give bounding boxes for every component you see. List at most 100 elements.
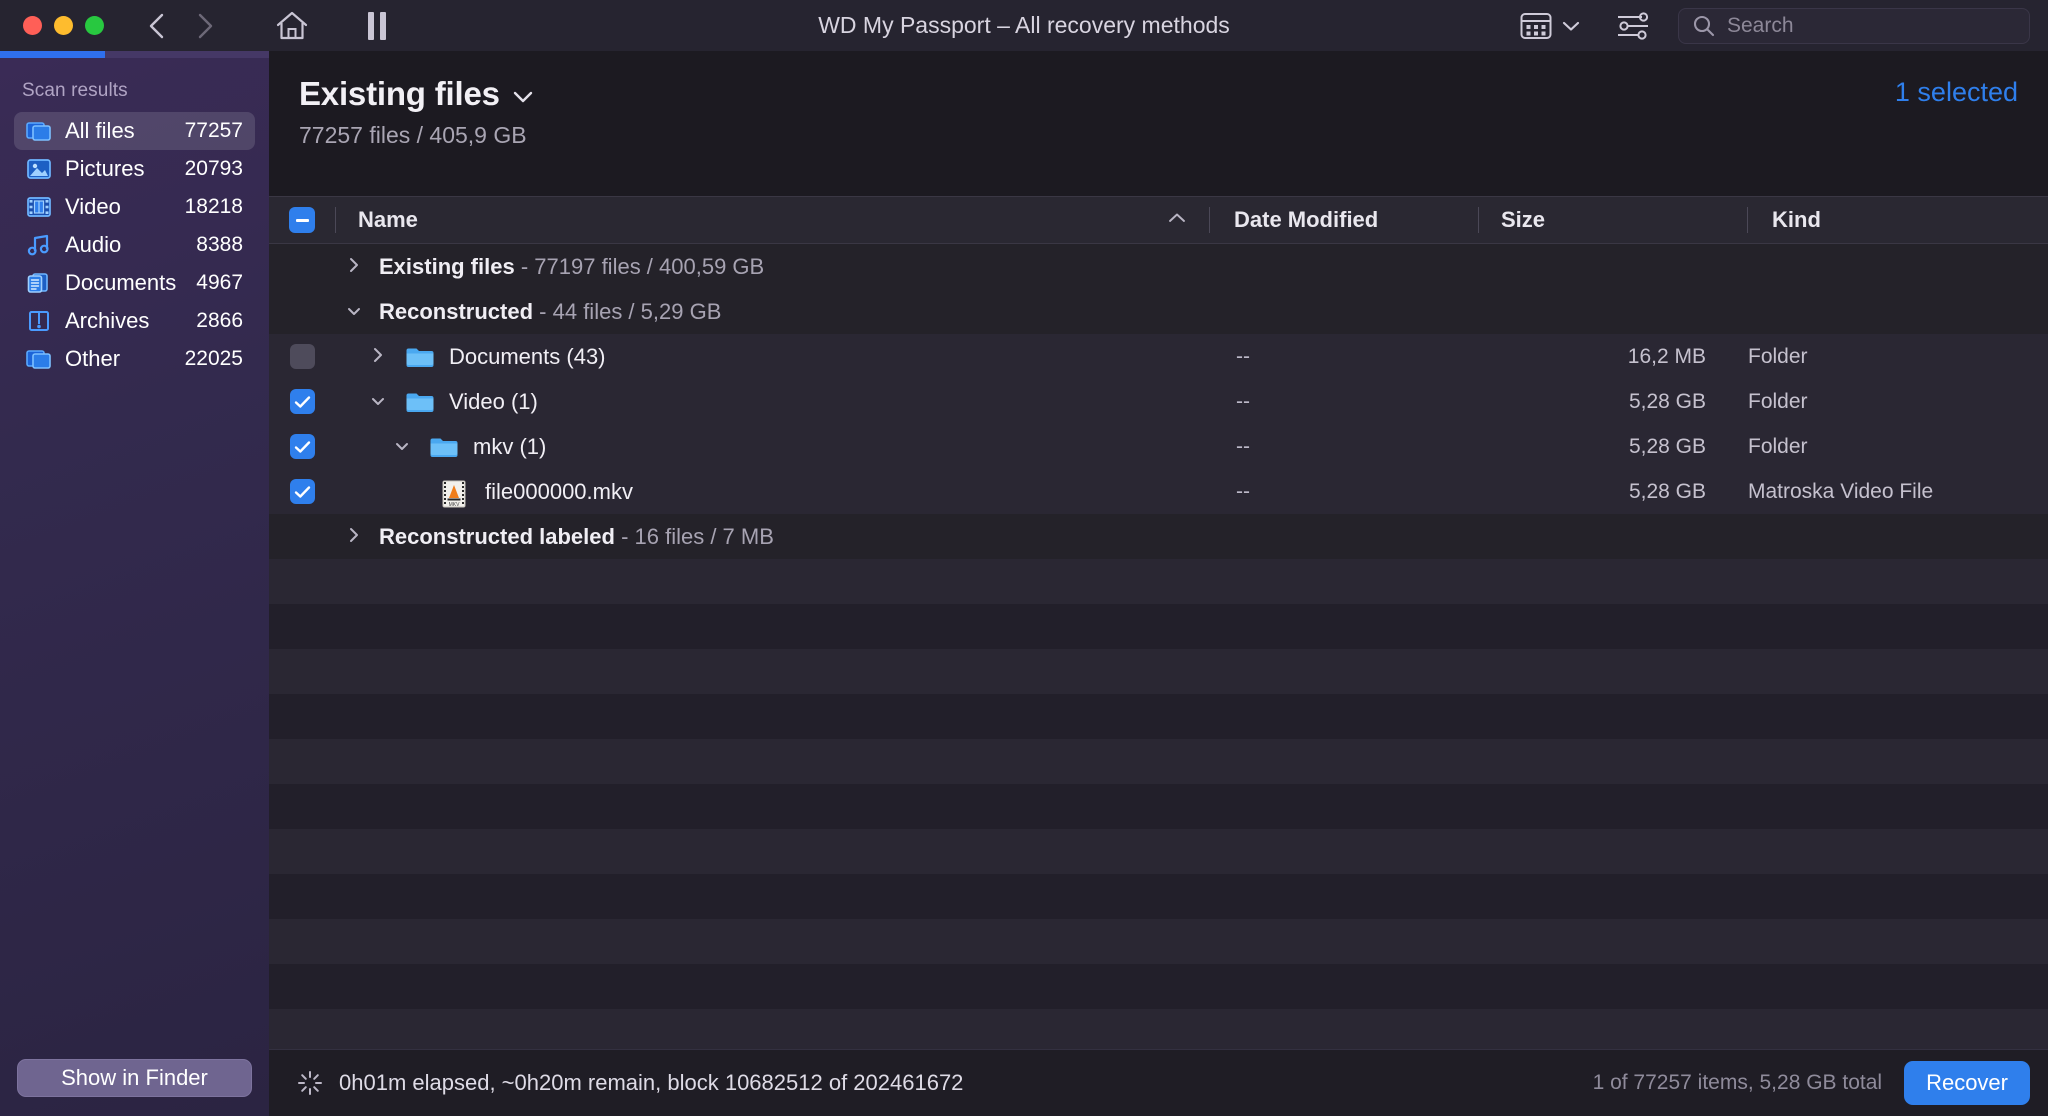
table-row[interactable]: Existing files - 77197 files / 400,59 GB [269, 244, 2048, 289]
recover-button[interactable]: Recover [1904, 1061, 2030, 1105]
scan-progress-fill [0, 51, 105, 58]
other-icon [26, 346, 52, 372]
home-button[interactable] [272, 6, 312, 46]
view-options-button[interactable] [1506, 12, 1594, 40]
pictures-icon [26, 156, 52, 182]
table-row[interactable]: Reconstructed labeled - 16 files / 7 MB [269, 514, 2048, 559]
show-in-finder-button[interactable]: Show in Finder [17, 1059, 252, 1097]
indeterminate-checkbox-icon [289, 207, 315, 233]
sidebar-item-count: 8388 [196, 233, 243, 256]
selection-count: 1 selected [1894, 77, 2018, 107]
app-body: Scan results All files 77257 Pictures 20… [0, 51, 2048, 1116]
chevron-down-icon [513, 91, 532, 103]
minimize-button[interactable] [54, 16, 73, 35]
sidebar-item-label: Audio [65, 232, 122, 257]
column-header-kind[interactable]: Kind [1748, 207, 2048, 233]
table-row[interactable]: Documents (43) -- 16,2 MB Folder [269, 334, 2048, 379]
row-date-cell: -- [1236, 344, 1250, 368]
column-header-label: Size [1501, 207, 1546, 232]
row-checkbox[interactable] [269, 479, 335, 504]
page-title: Existing files [299, 75, 500, 112]
row-size-cell: 16,2 MB [1627, 344, 1706, 368]
pause-button[interactable] [368, 11, 386, 40]
table-row[interactable]: mkv (1) -- 5,28 GB Folder [269, 424, 2048, 469]
row-name-cell: MKV file000000.mkv [335, 478, 1212, 508]
page-subtitle: 77257 files / 405,9 GB [299, 122, 527, 148]
sidebar-item-video[interactable]: Video 18218 [14, 188, 255, 226]
close-button[interactable] [23, 16, 42, 35]
main-panel: Existing files 77257 files / 405,9 GB 1 … [269, 51, 2048, 1116]
sidebar-item-count: 4967 [196, 271, 243, 294]
row-size-cell: 5,28 GB [1628, 479, 1706, 503]
folder-icon [429, 435, 459, 459]
disclosure-down-icon[interactable] [341, 302, 367, 322]
row-name-cell: Reconstructed labeled - 16 files / 7 MB [335, 524, 1212, 550]
row-size-cell: 5,28 GB [1628, 434, 1706, 458]
sort-ascending-icon [1167, 211, 1187, 229]
disclosure-right-icon[interactable] [341, 525, 367, 549]
row-name-cell: Documents (43) [335, 344, 1212, 370]
table-row[interactable]: MKV file000000.mkv -- 5,28 GB Matroska V… [269, 469, 2048, 514]
disclosure-down-icon[interactable] [389, 437, 415, 457]
scan-progress-bar [0, 51, 269, 58]
sidebar-item-all-files[interactable]: All files 77257 [14, 112, 255, 150]
search-icon [1693, 15, 1715, 36]
column-header-name[interactable]: Name [336, 207, 1209, 233]
pause-icon [380, 11, 386, 40]
mkv-file-icon: MKV [441, 480, 471, 508]
sidebar-item-documents[interactable]: Documents 4967 [14, 264, 255, 302]
empty-row [269, 739, 2048, 784]
row-checkbox[interactable] [269, 344, 335, 369]
column-header-date-modified[interactable]: Date Modified [1210, 207, 1478, 233]
status-bar-right: 1 of 77257 items, 5,28 GB total Recover [1593, 1061, 2030, 1105]
group-meta: - 44 files / 5,29 GB [539, 298, 722, 324]
column-header-label: Kind [1772, 207, 1821, 232]
empty-row [269, 559, 2048, 604]
sidebar-item-label: Other [65, 346, 121, 371]
table-row[interactable]: Video (1) -- 5,28 GB Folder [269, 379, 2048, 424]
back-button[interactable] [140, 9, 174, 43]
audio-icon [26, 232, 52, 258]
row-kind-cell: Folder [1748, 434, 1808, 458]
sidebar-item-count: 77257 [184, 119, 243, 142]
documents-icon [26, 270, 52, 296]
sidebar-item-pictures[interactable]: Pictures 20793 [14, 150, 255, 188]
row-checkbox[interactable] [269, 389, 335, 414]
disclosure-down-icon[interactable] [365, 392, 391, 412]
checkbox-checked-icon [289, 479, 315, 504]
sidebar-list: All files 77257 Pictures 20793 Video 182… [0, 112, 269, 378]
empty-row [269, 784, 2048, 829]
chevron-down-icon [1562, 21, 1580, 31]
row-name-cell: mkv (1) [335, 434, 1212, 460]
file-tree[interactable]: Existing files - 77197 files / 400,59 GB [269, 244, 2048, 1049]
sliders-icon [1618, 11, 1649, 40]
sidebar-item-audio[interactable]: Audio 8388 [14, 226, 255, 264]
sidebar-item-label: Pictures [65, 156, 145, 181]
row-name: file000000.mkv [485, 478, 633, 504]
video-icon [26, 194, 52, 220]
all-files-icon [26, 118, 52, 144]
forward-button[interactable] [188, 9, 222, 43]
main-header: Existing files 77257 files / 405,9 GB 1 … [269, 51, 2048, 196]
zoom-button[interactable] [85, 16, 104, 35]
column-header-size[interactable]: Size [1479, 207, 1747, 233]
filter-button[interactable] [1594, 11, 1672, 40]
row-checkbox[interactable] [269, 434, 335, 459]
column-header-label: Name [358, 207, 418, 232]
column-header-label: Date Modified [1234, 207, 1379, 232]
row-name: Documents (43) [449, 343, 606, 369]
sidebar-item-archives[interactable]: Archives 2866 [14, 302, 255, 340]
disclosure-right-icon[interactable] [341, 255, 367, 279]
row-kind-cell: Folder [1748, 389, 1808, 413]
row-date-cell: -- [1236, 389, 1250, 413]
sidebar-item-other[interactable]: Other 22025 [14, 340, 255, 378]
disclosure-right-icon[interactable] [365, 345, 391, 369]
sidebar-item-count: 18218 [184, 195, 243, 218]
page-title-dropdown-button[interactable] [512, 84, 534, 104]
home-icon [276, 11, 308, 39]
spinner-icon [297, 1070, 323, 1096]
table-row[interactable]: Reconstructed - 44 files / 5,29 GB [269, 289, 2048, 334]
select-all-checkbox[interactable] [269, 207, 335, 233]
empty-row [269, 919, 2048, 964]
search-field[interactable]: Search [1678, 7, 2030, 44]
